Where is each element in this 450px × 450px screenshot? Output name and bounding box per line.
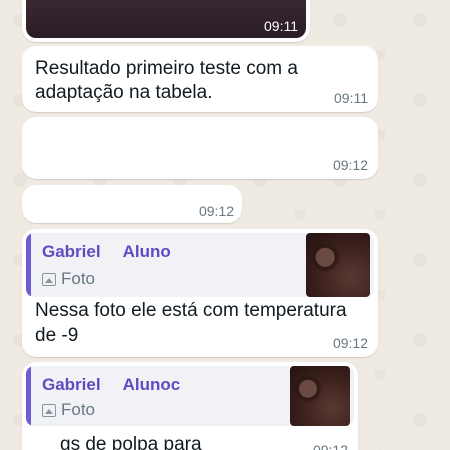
- photo-icon: [42, 403, 56, 417]
- reply-message-bubble[interactable]: Gabriel Aluno Foto Nessa foto ele está co…: [22, 229, 378, 357]
- quoted-message[interactable]: Gabriel Aluno Foto: [26, 233, 374, 297]
- message-text-line: Nessa foto ele está com temperatura: [35, 300, 347, 321]
- quoted-message[interactable]: Gabriel Alunoc Foto: [26, 366, 354, 426]
- quote-media-type: Foto: [42, 269, 95, 289]
- message-text-line: adaptação na tabela.: [35, 82, 213, 103]
- message-time: 09:12: [332, 157, 368, 173]
- quote-media-type: Foto: [42, 400, 95, 420]
- message-text-line: de -9: [35, 325, 79, 346]
- quote-author: Gabriel Aluno: [42, 242, 171, 261]
- quote-accent-bar: [26, 233, 31, 297]
- message-time: 09:11: [334, 90, 368, 106]
- message-time: 09:12: [198, 203, 234, 219]
- quote-accent-bar: [26, 366, 31, 426]
- message-time: 09:12: [312, 442, 348, 450]
- text-message-bubble[interactable]: Resultado primeiro teste com a adaptação…: [22, 46, 378, 112]
- photo-icon: [42, 272, 56, 286]
- quoted-photo-thumbnail: [306, 233, 370, 297]
- reply-message-bubble[interactable]: Gabriel Alunoc Foto gs de polpa para 09:1…: [22, 362, 358, 450]
- message-text-line: Resultado primeiro teste com a: [35, 58, 298, 79]
- text-message-bubble[interactable]: 09:12: [22, 117, 378, 179]
- image-message-bubble[interactable]: 09:11: [22, 0, 310, 42]
- quoted-photo-thumbnail: [290, 366, 350, 426]
- text-message-bubble[interactable]: 09:12: [22, 185, 242, 223]
- message-time: 09:12: [332, 335, 368, 351]
- message-time: 09:11: [264, 18, 298, 34]
- message-text-line: gs de polpa para: [60, 434, 202, 450]
- quote-author: Gabriel Alunoc: [42, 375, 181, 394]
